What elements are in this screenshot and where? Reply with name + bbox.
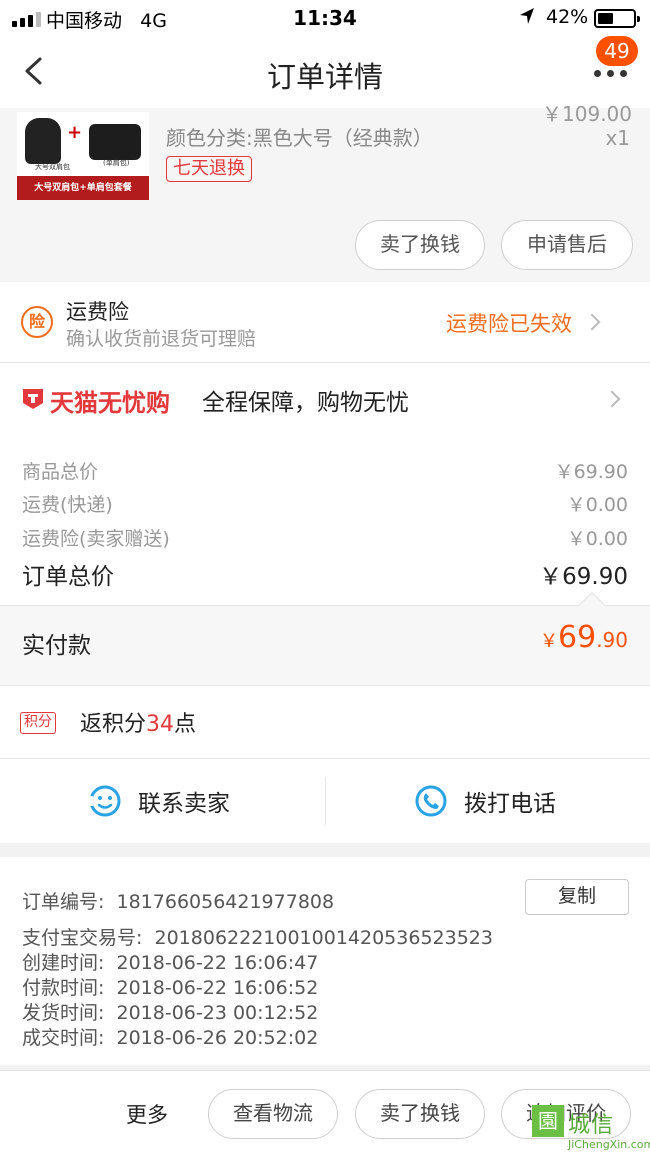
price-summary: 商品总价 ￥69.90 运费(快递) ￥0.00 运费险(卖家赠送) ￥0.00… <box>0 433 650 605</box>
actual-payment-label: 实付款 <box>22 633 91 659</box>
chevron-right-icon <box>583 313 601 331</box>
apply-after-sale-button[interactable]: 申请售后 <box>501 220 633 270</box>
product-image[interactable]: + 大号双肩包 (单肩包) 大号双肩包+单肩包套餐 <box>17 112 149 200</box>
insurance-subtitle: 确认收货前退货可理赔 <box>66 328 257 350</box>
watermark-logo: 園 城信 JiChengXin.com <box>532 1105 650 1156</box>
insurance-status: 运费险已失效 <box>446 312 572 336</box>
sell-for-cash-bottom-button[interactable]: 卖了换钱 <box>355 1089 485 1139</box>
chat-smile-icon <box>88 785 121 817</box>
shipping-fee-label: 运费(快递) <box>22 494 113 516</box>
status-bar: 中国移动 4G 11:34 42% <box>0 0 650 36</box>
image-caption-left: 大号双肩包 <box>35 163 70 171</box>
more-button[interactable]: 更多 <box>126 1099 168 1129</box>
tmall-brand: 天猫无忧购 <box>50 389 170 417</box>
order-total-row: 订单总价 ￥69.90 <box>22 557 628 591</box>
call-phone-label: 拨打电话 <box>464 791 556 817</box>
alipay-number-row: 支付宝交易号: 2018062221001001420536523523 <box>22 927 493 949</box>
completed-time-row: 成交时间: 2018-06-26 20:52:02 <box>22 1027 319 1049</box>
order-total-label: 订单总价 <box>22 564 114 590</box>
points-row: 积分 返积分34点 <box>0 686 650 758</box>
insurance-fee-row: 运费险(卖家赠送) ￥0.00 <box>22 524 628 551</box>
sell-for-cash-button[interactable]: 卖了换钱 <box>355 220 485 270</box>
shipping-fee-row: 运费(快递) ￥0.00 <box>22 490 628 517</box>
phone-icon <box>415 785 447 817</box>
chevron-right-icon <box>603 390 621 408</box>
order-info: 订单编号: 181766056421977808 复制 支付宝交易号: 2018… <box>0 857 650 1065</box>
image-caption-right: (单肩包) <box>103 159 130 167</box>
more-dots-icon[interactable] <box>594 70 630 78</box>
tmall-guarantee-row[interactable]: 天猫无忧购 全程保障，购物无忧 <box>0 363 650 433</box>
contact-seller-label: 联系卖家 <box>138 791 230 817</box>
message-count-badge[interactable]: 49 <box>596 36 638 66</box>
product-quantity: x1 <box>605 126 630 150</box>
actual-payment-row: 实付款 ￥69.90 <box>0 591 650 685</box>
contact-seller-button[interactable]: 联系卖家 <box>88 759 230 843</box>
insurance-fee-value: ￥0.00 <box>566 528 628 550</box>
points-text: 返积分34点 <box>80 712 197 737</box>
image-banner: 大号双肩包+单肩包套餐 <box>17 176 149 200</box>
shipping-insurance-row[interactable]: 险 运费险 确认收货前退货可理赔 运费险已失效 <box>0 282 650 362</box>
order-number: 181766056421977808 <box>116 891 335 913</box>
product-card[interactable]: + 大号双肩包 (单肩包) 大号双肩包+单肩包套餐 ￥109.00 颜色分类:黑… <box>0 102 650 282</box>
goods-total-row: 商品总价 ￥69.90 <box>22 457 628 484</box>
actual-payment-amount: ￥69.90 <box>540 620 628 655</box>
paid-time-row: 付款时间: 2018-06-22 16:06:52 <box>22 977 319 999</box>
goods-total-label: 商品总价 <box>22 461 99 483</box>
contact-bar: 联系卖家 拨打电话 <box>0 759 650 843</box>
order-total-value: ￥69.90 <box>539 564 628 590</box>
bottom-action-bar: 更多 查看物流 卖了换钱 追加评价 園 城信 JiChengXin.com <box>0 1070 650 1156</box>
battery-icon <box>594 9 640 28</box>
order-number-row: 订单编号: 181766056421977808 <box>22 891 335 913</box>
product-price: ￥109.00 <box>542 102 632 126</box>
goods-total-value: ￥69.90 <box>554 461 628 483</box>
shipping-fee-value: ￥0.00 <box>566 494 628 516</box>
shoulder-bag-image <box>89 124 141 160</box>
tmall-logo-icon <box>23 389 43 409</box>
location-arrow-icon <box>520 8 534 24</box>
call-phone-button[interactable]: 拨打电话 <box>414 759 556 843</box>
seven-day-return-tag: 七天退换 <box>166 156 252 182</box>
tmall-slogan: 全程保障，购物无忧 <box>202 390 409 416</box>
insurance-icon: 险 <box>21 306 53 338</box>
view-logistics-button[interactable]: 查看物流 <box>208 1089 338 1139</box>
insurance-title: 运费险 <box>66 300 129 324</box>
created-time-row: 创建时间: 2018-06-22 16:06:47 <box>22 952 319 974</box>
page-title: 订单详情 <box>266 60 383 94</box>
shipped-time-row: 发货时间: 2018-06-23 00:12:52 <box>22 1002 319 1024</box>
product-sku: 颜色分类:黑色大号（经典款） <box>166 126 433 150</box>
copy-button[interactable]: 复制 <box>525 879 629 915</box>
backpack-image <box>25 118 61 164</box>
points-tag: 积分 <box>20 712 56 734</box>
battery-percent: 42% <box>546 6 589 28</box>
insurance-fee-label: 运费险(卖家赠送) <box>22 528 170 550</box>
